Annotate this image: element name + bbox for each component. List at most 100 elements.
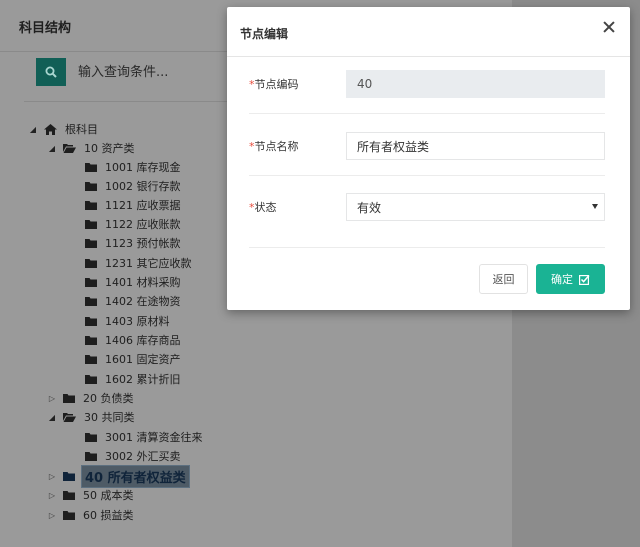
folder-icon	[63, 490, 75, 500]
tree-node-label: 1403 原材料	[105, 315, 170, 328]
back-button[interactable]: 返回	[479, 264, 528, 294]
tree-node-leaf[interactable]: 1121 应收票据	[85, 196, 183, 214]
tree-node-label: 1601 固定资产	[105, 353, 181, 366]
dialog-header: 节点编辑	[227, 7, 630, 57]
folder-icon	[85, 277, 97, 287]
name-field[interactable]: 所有者权益类	[346, 132, 605, 160]
tree-node-leaf[interactable]: 3001 清算资金往来	[85, 428, 205, 446]
folder-icon	[85, 296, 97, 306]
search-icon	[45, 66, 57, 78]
tree-node-category[interactable]: ▷ 60 损益类	[47, 506, 136, 524]
tree-node-category[interactable]: ▷ 50 成本类	[47, 486, 136, 504]
tree-node-leaf[interactable]: 1002 银行存款	[85, 177, 183, 195]
back-button-label: 返回	[492, 273, 515, 286]
divider	[249, 113, 605, 114]
code-label-text: 节点编码	[254, 78, 299, 91]
tree-node-label: 根科目	[65, 123, 98, 136]
form-row-name: *节点名称 所有者权益类	[249, 132, 605, 160]
status-label-text: 状态	[254, 201, 277, 214]
tree-node-label: 1402 在途物资	[105, 295, 181, 308]
name-label-text: 节点名称	[254, 140, 299, 153]
dialog-title: 节点编辑	[240, 27, 289, 41]
tree-node-leaf[interactable]: 1403 原材料	[85, 312, 172, 330]
tree-node-label: 50 成本类	[83, 489, 134, 502]
tree-node-leaf[interactable]: 1401 材料采购	[85, 273, 183, 291]
tree-node-leaf[interactable]: 1231 其它应收款	[85, 254, 194, 272]
folder-icon	[85, 316, 97, 326]
caret-right-icon[interactable]: ▷	[47, 511, 57, 520]
tree-node-leaf[interactable]: 1602 累计折旧	[85, 370, 183, 388]
folder-open-icon	[63, 412, 76, 422]
tree-node-leaf[interactable]: 1001 库存现金	[85, 158, 183, 176]
folder-icon	[85, 258, 97, 268]
folder-icon	[85, 432, 97, 442]
folder-icon	[85, 162, 97, 172]
folder-open-icon	[63, 143, 76, 153]
tree-node-leaf[interactable]: 1122 应收账款	[85, 215, 183, 233]
tree-node-root[interactable]: ◢ 根科目	[28, 120, 100, 138]
divider	[249, 175, 605, 176]
status-select[interactable]: 有效	[346, 193, 605, 221]
check-square-icon	[579, 274, 590, 285]
folder-icon	[85, 335, 97, 345]
folder-icon	[63, 471, 75, 481]
tree-node-category-selected[interactable]: ▷ 40 所有者权益类	[47, 464, 190, 488]
caret-right-icon[interactable]: ▷	[47, 472, 57, 481]
folder-icon	[85, 354, 97, 364]
tree-node-leaf[interactable]: 1406 库存商品	[85, 331, 183, 349]
tree-node-label: 1231 其它应收款	[105, 257, 192, 270]
tree-node-label: 3001 清算资金往来	[105, 431, 203, 444]
tree-node-leaf[interactable]: 3002 外汇买卖	[85, 447, 183, 465]
home-icon	[44, 123, 57, 135]
tree-node-label: 1602 累计折旧	[105, 373, 181, 386]
tree-node-leaf[interactable]: 1123 预付帐款	[85, 234, 183, 252]
folder-icon	[85, 238, 97, 248]
tree-node-label: 30 共同类	[84, 411, 135, 424]
tree-node-leaf[interactable]: 1601 固定资产	[85, 350, 183, 368]
close-icon[interactable]	[602, 20, 616, 34]
form-row-code: *节点编码 40	[249, 70, 605, 98]
folder-icon	[63, 393, 75, 403]
tree-node-label: 1406 库存商品	[105, 334, 181, 347]
tree-node-label: 10 资产类	[84, 142, 135, 155]
tree-node-label: 1001 库存现金	[105, 161, 181, 174]
status-value: 有效	[357, 200, 382, 215]
name-value: 所有者权益类	[357, 139, 430, 154]
divider	[249, 247, 605, 248]
tree-node-label: 20 负债类	[83, 392, 134, 405]
tree-node-label: 1002 银行存款	[105, 180, 181, 193]
tree-node-label: 40 所有者权益类	[81, 464, 190, 488]
confirm-button-label: 确定	[551, 273, 573, 286]
folder-icon	[85, 219, 97, 229]
panel-title: 科目结构	[19, 21, 72, 36]
folder-icon	[85, 181, 97, 191]
folder-icon	[85, 451, 97, 461]
code-value: 40	[357, 77, 373, 91]
form-row-status: *状态 有效	[249, 193, 605, 221]
folder-icon	[85, 200, 97, 210]
folder-icon	[63, 510, 75, 520]
caret-down-icon[interactable]: ◢	[28, 125, 38, 134]
node-edit-dialog: 节点编辑 *节点编码 40 *节点名称 所有者权益类 *状态 有效 返回 确定	[227, 7, 630, 310]
tree-node-label: 1401 材料采购	[105, 276, 181, 289]
tree-node-leaf[interactable]: 1402 在途物资	[85, 292, 183, 310]
code-label: *节点编码	[249, 76, 299, 92]
confirm-button[interactable]: 确定	[536, 264, 605, 294]
name-label: *节点名称	[249, 138, 299, 154]
tree-node-category[interactable]: ▷ 20 负债类	[47, 389, 136, 407]
tree-node-label: 1122 应收账款	[105, 218, 181, 231]
tree-node-label: 1123 预付帐款	[105, 237, 181, 250]
tree-node-category[interactable]: ◢ 10 资产类	[47, 139, 137, 157]
search-button[interactable]	[36, 58, 66, 86]
code-field[interactable]: 40	[346, 70, 605, 98]
chevron-down-icon	[592, 204, 598, 209]
tree-node-label: 1121 应收票据	[105, 199, 181, 212]
caret-right-icon[interactable]: ▷	[47, 491, 57, 500]
folder-icon	[85, 374, 97, 384]
tree-node-category[interactable]: ◢ 30 共同类	[47, 408, 137, 426]
caret-down-icon[interactable]: ◢	[47, 413, 57, 422]
tree-node-label: 3002 外汇买卖	[105, 450, 181, 463]
caret-right-icon[interactable]: ▷	[47, 394, 57, 403]
tree-node-label: 60 损益类	[83, 509, 134, 522]
caret-down-icon[interactable]: ◢	[47, 144, 57, 153]
